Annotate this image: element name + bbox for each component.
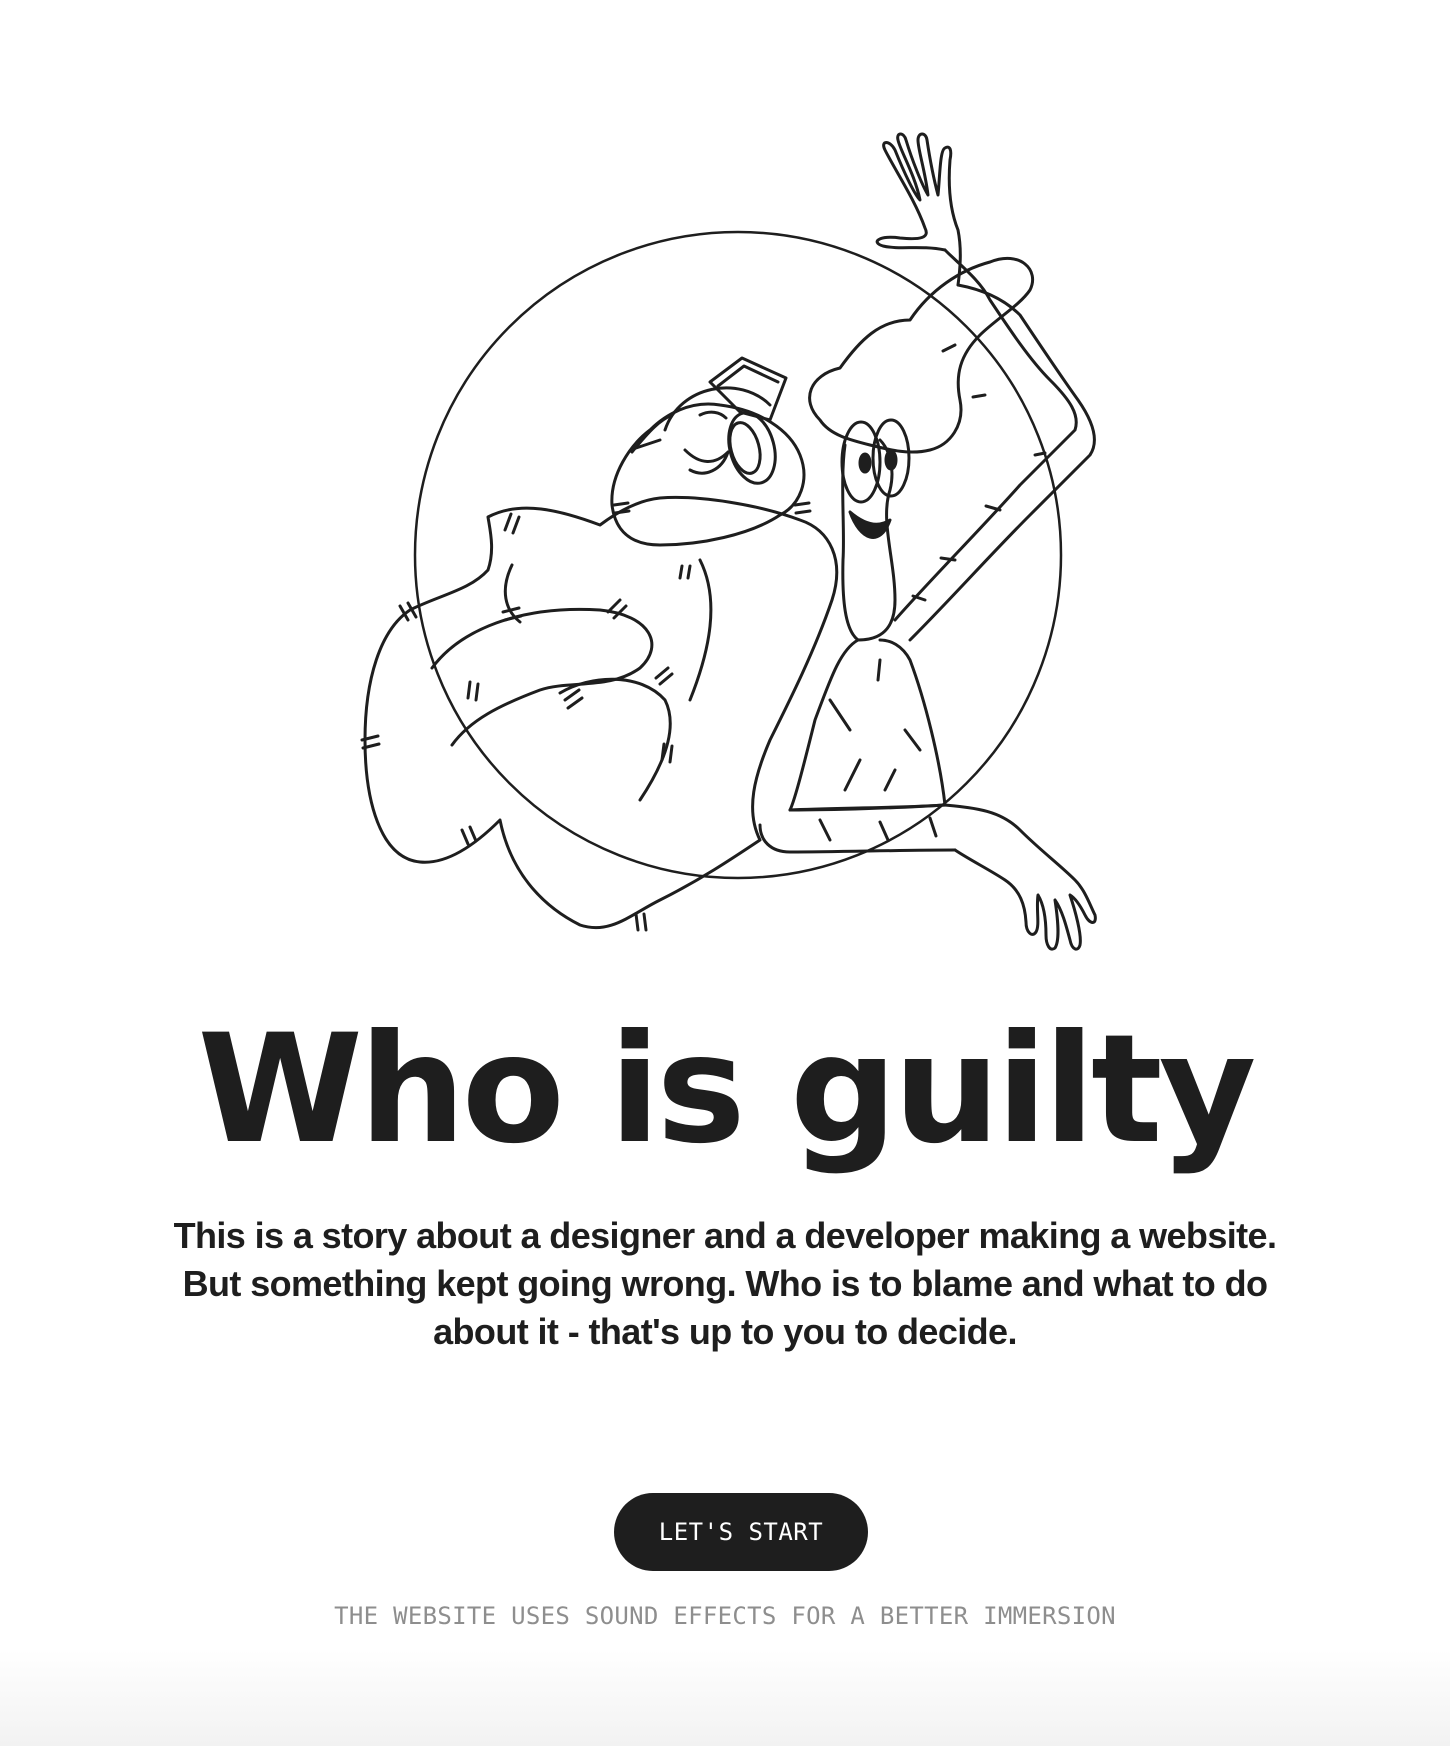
background-circle	[413, 230, 1063, 880]
landing-page: Who is guilty This is a story about a de…	[0, 0, 1450, 1746]
lets-start-button[interactable]: LET'S START	[614, 1493, 868, 1571]
developer-figure	[758, 132, 1097, 951]
intro-paragraph: This is a story about a designer and a d…	[173, 1215, 1277, 1352]
page-title: Who is guilty	[197, 1003, 1257, 1177]
characters-illustration	[360, 132, 1097, 951]
hero-illustration	[0, 0, 1450, 1000]
sound-effects-note: THE WEBSITE USES SOUND EFFECTS FOR A BET…	[334, 1602, 1116, 1630]
